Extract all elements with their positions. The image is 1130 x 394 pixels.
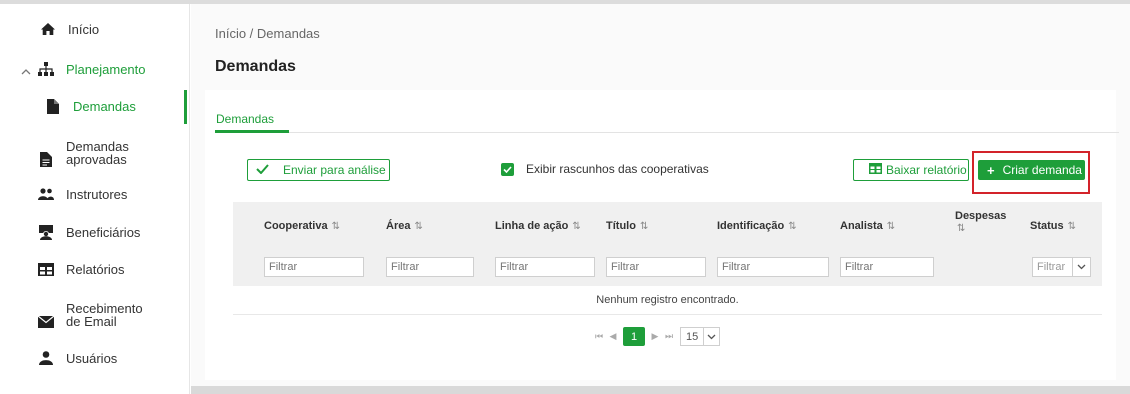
table-icon: [869, 163, 882, 177]
show-drafts-toggle[interactable]: Exibir rascunhos das cooperativas: [501, 162, 709, 176]
filter-identificacao-input[interactable]: [717, 257, 829, 277]
highlight-box: [972, 151, 1090, 194]
table-header: Cooperativa ⇅ Área ⇅ Linha de ação ⇅ Título…: [233, 202, 1102, 248]
sidebar-item-label: Relatórios: [66, 261, 125, 277]
sort-icon[interactable]: ⇅: [640, 221, 648, 232]
first-page-icon[interactable]: ⏮: [592, 326, 606, 347]
sidebar-item-usuarios[interactable]: Usuários: [0, 349, 190, 367]
filter-analista-input[interactable]: [840, 257, 934, 277]
page-button-current[interactable]: 1: [623, 327, 645, 346]
filter-status-placeholder: Filtrar: [1037, 261, 1066, 273]
last-page-icon[interactable]: ⏭: [662, 326, 676, 347]
sidebar-item-label: Instrutores: [66, 186, 128, 202]
filter-titulo-input[interactable]: [606, 257, 706, 277]
sidebar-item-recebimento-email[interactable]: Recebimento de Email: [0, 298, 190, 332]
sidebar-item-demandas[interactable]: Demandas: [0, 96, 190, 116]
sort-icon[interactable]: ⇅: [572, 221, 580, 232]
sidebar-item-label: Usuários: [66, 350, 118, 366]
column-header-status[interactable]: Status ⇅: [1030, 220, 1076, 232]
column-header-identificacao[interactable]: Identificação ⇅: [717, 220, 797, 232]
sidebar-item-label: Início: [68, 21, 100, 37]
filter-cooperativa-input[interactable]: [264, 257, 364, 277]
home-icon: [40, 21, 56, 37]
page-title: Demandas: [215, 58, 296, 75]
download-report-button[interactable]: Baixar relatório: [853, 159, 969, 181]
prev-page-icon[interactable]: ◀: [606, 326, 620, 347]
sidebar-item-label: Recebimento de Email: [66, 301, 143, 329]
next-page-icon[interactable]: ▶: [648, 326, 662, 347]
pagination: ⏮ ◀ 1 ▶ ⏭ 15: [592, 326, 721, 347]
user-icon: [38, 350, 54, 366]
column-header-despesas[interactable]: Despesas ⇅: [955, 210, 1006, 235]
sidebar: Início Planejamento Demandas Demandas ap…: [0, 4, 190, 394]
envelope-icon: [38, 314, 54, 330]
sidebar-item-instrutores[interactable]: Instrutores: [0, 185, 190, 203]
users-icon: [38, 186, 54, 202]
filter-area-input[interactable]: [386, 257, 474, 277]
empty-message: Nenhum registro encontrado.: [233, 286, 1102, 315]
column-header-titulo[interactable]: Título ⇅: [606, 220, 648, 232]
chevron-down-icon[interactable]: [1072, 258, 1090, 276]
send-for-analysis-label: Enviar para análise: [283, 163, 386, 177]
sort-icon[interactable]: ⇅: [788, 221, 796, 232]
filter-linha-de-acao-input[interactable]: [495, 257, 595, 277]
sidebar-item-inicio[interactable]: Início: [0, 20, 190, 38]
chevron-down-icon[interactable]: [703, 328, 719, 345]
check-icon: [256, 163, 269, 177]
tab-active-indicator: [215, 130, 289, 133]
sort-icon[interactable]: ⇅: [414, 221, 422, 232]
tab-divider: [215, 132, 1119, 133]
checkbox-checked-icon[interactable]: [501, 162, 514, 176]
file-text-icon: [38, 151, 54, 167]
sidebar-item-label: Demandas aprovadas: [66, 139, 129, 167]
sidebar-item-label: Beneficiários: [66, 224, 141, 240]
sidebar-item-demandas-aprovadas[interactable]: Demandas aprovadas: [0, 136, 190, 170]
column-header-cooperativa[interactable]: Cooperativa ⇅: [264, 220, 340, 232]
file-icon: [45, 98, 61, 114]
page-size-value: 15: [686, 330, 699, 343]
column-header-linha-de-acao[interactable]: Linha de ação ⇅: [495, 220, 581, 232]
sidebar-item-planejamento[interactable]: Planejamento: [0, 60, 190, 78]
sidebar-item-beneficiarios[interactable]: Beneficiários: [0, 223, 190, 241]
download-report-label: Baixar relatório: [886, 163, 967, 177]
teacher-icon: [38, 224, 54, 240]
sidebar-active-indicator: [184, 90, 187, 124]
table-icon: [38, 261, 54, 277]
show-drafts-label: Exibir rascunhos das cooperativas: [526, 162, 709, 176]
sort-icon[interactable]: ⇅: [957, 223, 965, 234]
tab-demandas[interactable]: Demandas: [216, 112, 274, 126]
sitemap-icon: [38, 61, 54, 77]
sidebar-item-label: Demandas: [73, 98, 136, 114]
sidebar-item-relatorios[interactable]: Relatórios: [0, 260, 190, 278]
page-size-select[interactable]: 15: [680, 327, 721, 346]
sidebar-item-label: Planejamento: [66, 61, 146, 77]
column-header-area[interactable]: Área ⇅: [386, 220, 423, 232]
send-for-analysis-button[interactable]: Enviar para análise: [247, 159, 390, 181]
bottom-scrollbar[interactable]: [191, 386, 1130, 394]
sort-icon[interactable]: ⇅: [332, 221, 340, 232]
sort-icon[interactable]: ⇅: [1068, 221, 1076, 232]
filter-status-select[interactable]: Filtrar: [1032, 257, 1091, 277]
sort-icon[interactable]: ⇅: [887, 221, 895, 232]
main-content: Início / Demandas Demandas Demandas Envi…: [191, 4, 1130, 386]
filter-row: [233, 248, 1102, 286]
column-header-analista[interactable]: Analista ⇅: [840, 220, 895, 232]
breadcrumb: Início / Demandas: [215, 26, 320, 41]
